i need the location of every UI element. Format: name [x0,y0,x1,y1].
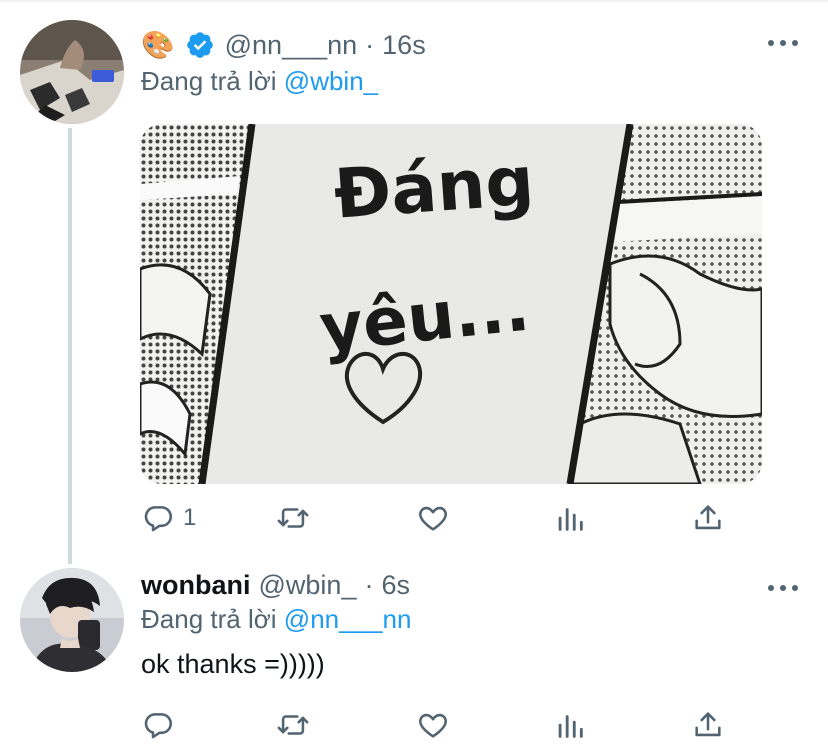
like-icon [419,506,447,531]
separator-dot: · [364,569,374,600]
retweet-icon [277,508,309,528]
avatar[interactable] [20,568,124,672]
separator-dot: · [365,29,375,60]
stats-icon [558,715,583,738]
retweet-button[interactable] [276,705,310,745]
tweet-header: wonbani @wbin_ · 6s [141,565,410,605]
retweet-button[interactable] [276,498,310,538]
like-icon [419,713,447,738]
timestamp[interactable]: 16s [382,30,426,61]
like-button[interactable] [416,498,450,538]
tweet-text: ok thanks =))))) [141,649,325,679]
replying-to: Đang trả lời @nn___nn [141,604,411,635]
reply-button[interactable] [141,705,175,745]
tweet-wonbani[interactable]: wonbani @wbin_ · 6s Đang trả lời @nn___n… [0,565,828,756]
analytics-button[interactable] [553,705,587,745]
share-button[interactable] [691,498,725,538]
replying-to-label: Đang trả lời [141,66,277,96]
like-button[interactable] [416,705,450,745]
tweet-actions [141,705,741,745]
verified-icon [186,32,213,58]
tweet-header: 🎨 @nn___nn · 16s [141,25,426,65]
more-icon[interactable] [768,578,798,598]
tweet-media-image[interactable]: Đáng yêu... [140,124,762,484]
stats-icon [558,508,583,531]
share-button[interactable] [691,705,725,745]
mention-link[interactable]: @wbin_ [284,66,378,96]
reply-icon [144,713,173,739]
replying-to-label: Đang trả lời [141,604,277,634]
replying-to: Đang trả lời @wbin_ [141,66,378,97]
mention-link[interactable]: @nn___nn [284,604,412,634]
analytics-button[interactable] [553,498,587,538]
display-name[interactable]: wonbani [141,570,251,601]
share-icon [695,712,721,737]
timestamp[interactable]: 6s [381,570,410,601]
user-handle[interactable]: @nn___nn [225,30,358,61]
tweet-actions: 1 [141,498,741,538]
reply-button[interactable]: 1 [141,498,196,538]
avatar[interactable] [20,20,124,124]
media-text-line1: Đáng [332,142,537,235]
share-icon [695,505,721,530]
more-icon[interactable] [768,33,798,53]
tweet-nn[interactable]: 🎨 @nn___nn · 16s Đang trả lời @wbin_ Đán… [0,0,828,565]
reply-count: 1 [183,504,197,531]
user-handle[interactable]: @wbin_ [259,570,357,601]
reply-icon [144,506,173,532]
palette-emoji: 🎨 [141,29,175,60]
retweet-icon [277,715,309,735]
